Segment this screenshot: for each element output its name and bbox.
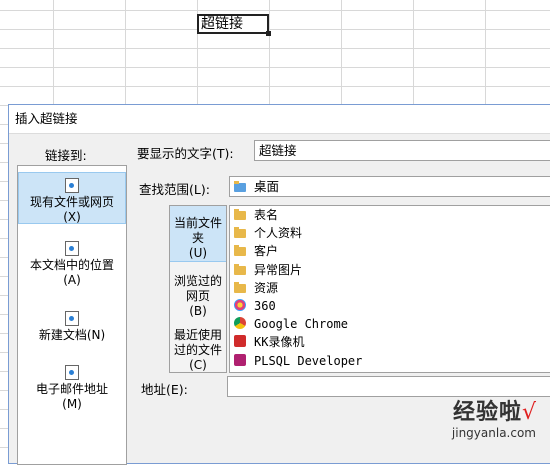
list-item[interactable]: 个人资料	[230, 224, 550, 242]
link-to-item-label: 电子邮件地址	[35, 382, 108, 396]
check-icon: √	[521, 400, 536, 425]
link-to-new-document[interactable]: 新建文档(N)	[18, 306, 126, 351]
link-to-item-label: 本文档中的位置	[29, 258, 114, 272]
list-item[interactable]: 客户	[230, 242, 550, 260]
file-list[interactable]: 表名 个人资料 客户 异常图片 资源 360 Google Chrome KK录…	[229, 205, 550, 373]
subnav-key: (C)	[189, 358, 207, 372]
list-item[interactable]: Google Chrome	[230, 315, 550, 333]
new-document-icon	[65, 311, 79, 326]
subnav-label: 浏览过的网页	[173, 274, 222, 303]
subnav-recent-files[interactable]: 最近使用过的文件 (C)	[170, 322, 226, 372]
list-item[interactable]: PLSQL Developer	[230, 352, 550, 370]
link-to-item-key: (M)	[62, 397, 82, 411]
list-item[interactable]: 表名	[230, 206, 550, 224]
link-to-place-in-document[interactable]: 本文档中的位置 (A)	[18, 236, 126, 293]
list-item[interactable]: KK录像机	[230, 333, 550, 351]
globe-file-icon	[65, 178, 79, 193]
subnav-label: 最近使用过的文件	[173, 328, 222, 357]
app-icon	[234, 353, 246, 366]
look-in-select[interactable]: 桌面	[229, 176, 550, 197]
link-to-item-label: 新建文档	[38, 328, 87, 342]
subnav-current-folder[interactable]: 当前文件夹 (U)	[170, 206, 226, 262]
display-text-label: 要显示的文字(T):	[137, 146, 234, 161]
active-cell[interactable]: 超链接	[197, 14, 271, 36]
folder-icon	[234, 209, 246, 220]
link-to-panel: 现有文件或网页 (X) 本文档中的位置 (A) 新建文档(N) 电子邮件地址 (…	[17, 165, 127, 465]
subnav-key: (B)	[189, 304, 207, 318]
folder-icon	[234, 263, 246, 275]
link-to-existing-file[interactable]: 现有文件或网页 (X)	[18, 172, 126, 224]
subnav-label: 当前文件夹	[173, 216, 222, 245]
subnav-browsed-pages[interactable]: 浏览过的网页 (B)	[170, 266, 226, 318]
subnav-key: (U)	[188, 246, 208, 260]
link-to-item-key: (N)	[86, 328, 106, 342]
link-to-item-label: 现有文件或网页	[29, 195, 114, 209]
link-to-label: 链接到:	[45, 148, 87, 163]
email-icon	[65, 365, 79, 380]
address-label: 地址(E):	[141, 382, 188, 397]
app-icon	[234, 298, 246, 311]
list-item[interactable]: 异常图片	[230, 261, 550, 279]
list-item[interactable]: 资源	[230, 279, 550, 297]
folder-icon	[234, 281, 246, 293]
folder-icon	[234, 227, 246, 239]
list-item[interactable]: 360	[230, 297, 550, 315]
look-in-value: 桌面	[254, 179, 280, 194]
display-text-input[interactable]: 超链接	[254, 140, 550, 161]
subnav-panel: 当前文件夹 (U) 浏览过的网页 (B) 最近使用过的文件 (C)	[169, 205, 227, 373]
document-place-icon	[65, 241, 79, 256]
look-in-label: 查找范围(L):	[139, 182, 210, 197]
dialog-title: 插入超链接	[9, 105, 550, 134]
chrome-icon	[234, 317, 246, 330]
folder-icon	[234, 245, 246, 257]
desktop-icon	[234, 181, 246, 192]
link-to-item-key: (X)	[63, 210, 81, 224]
watermark: 经验啦√ jingyanla.com	[451, 400, 536, 440]
app-icon	[234, 335, 246, 348]
link-to-email-address[interactable]: 电子邮件地址 (M)	[18, 360, 126, 417]
link-to-item-key: (A)	[63, 273, 81, 287]
